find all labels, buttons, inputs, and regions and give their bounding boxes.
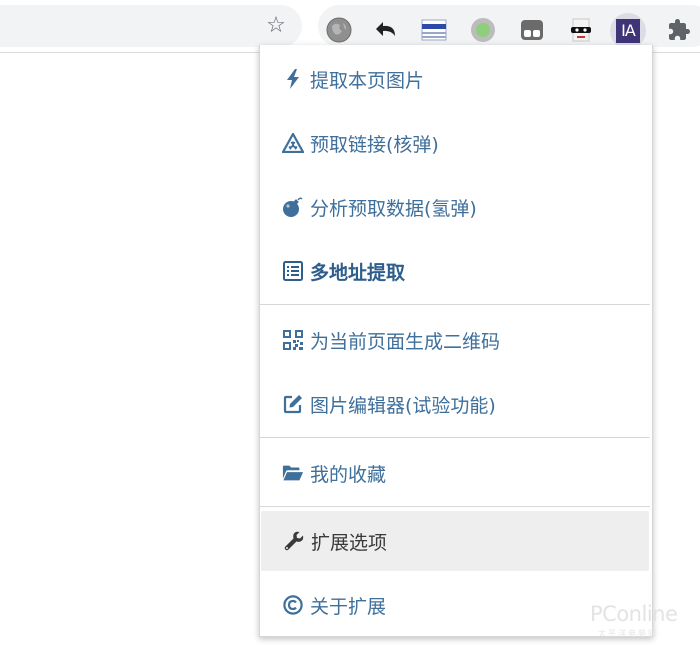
menu-item-label: 我的收藏 xyxy=(310,463,387,486)
menu-item-label: 多地址提取 xyxy=(310,261,406,284)
menu-divider xyxy=(260,506,650,507)
radiation-warning-icon xyxy=(282,132,304,154)
menu-item-extension-options[interactable]: 扩展选项 xyxy=(261,511,649,571)
menu-item-label: 为当前页面生成二维码 xyxy=(310,330,501,353)
puzzle-icon[interactable] xyxy=(666,17,692,43)
menu-item-label: 关于扩展 xyxy=(310,595,387,618)
globe-extension-icon[interactable] xyxy=(326,17,352,43)
menu-item-analyze-prefetch[interactable]: 分析预取数据(氢弹) xyxy=(260,177,650,237)
menu-item-label: 预取链接(核弹) xyxy=(310,133,439,156)
watermark: PConline 太平洋电脑网 xyxy=(590,602,700,642)
ia-extension-label: IA xyxy=(616,19,640,43)
watermark-subtext: 太平洋电脑网 xyxy=(598,629,658,638)
ia-extension-icon[interactable]: IA xyxy=(610,13,646,49)
address-bar[interactable] xyxy=(0,5,302,47)
menu-item-image-editor[interactable]: 图片编辑器(试验功能) xyxy=(260,374,650,434)
menu-item-label: 扩展选项 xyxy=(311,531,388,554)
wrench-icon xyxy=(283,530,305,552)
mask-extension-icon[interactable] xyxy=(568,17,594,43)
qrcode-icon xyxy=(282,329,304,351)
flag-extension-icon[interactable] xyxy=(421,17,447,43)
edit-icon xyxy=(282,393,304,415)
tab-extension-icon[interactable] xyxy=(519,17,545,43)
menu-item-label: 分析预取数据(氢弹) xyxy=(310,197,477,220)
copyright-icon xyxy=(282,594,304,616)
folder-open-icon xyxy=(282,462,304,484)
bookmark-star-icon[interactable]: ☆ xyxy=(263,13,289,39)
back-arrow-extension-icon[interactable] xyxy=(373,17,399,43)
extension-popup-menu: 提取本页图片 预取链接(核弹) 分析预取数据(氢弹) 多地址提取 为当前页面生成… xyxy=(259,45,653,637)
menu-divider xyxy=(260,304,650,305)
menu-item-multi-url-extract[interactable]: 多地址提取 xyxy=(260,241,650,301)
bomb-icon xyxy=(282,196,304,218)
menu-item-label: 图片编辑器(试验功能) xyxy=(310,394,496,417)
green-dot-extension-icon[interactable] xyxy=(470,17,496,43)
menu-item-my-favorites[interactable]: 我的收藏 xyxy=(260,443,650,503)
watermark-text: PConline xyxy=(590,602,678,626)
list-icon xyxy=(282,260,304,282)
extensions-area: IA xyxy=(318,5,700,49)
menu-item-extract-page-images[interactable]: 提取本页图片 xyxy=(260,49,650,109)
menu-item-prefetch-links[interactable]: 预取链接(核弹) xyxy=(260,113,650,173)
menu-item-generate-qrcode[interactable]: 为当前页面生成二维码 xyxy=(260,310,650,370)
menu-item-label: 提取本页图片 xyxy=(310,69,425,92)
menu-divider xyxy=(260,437,650,438)
lightning-icon xyxy=(282,68,304,90)
